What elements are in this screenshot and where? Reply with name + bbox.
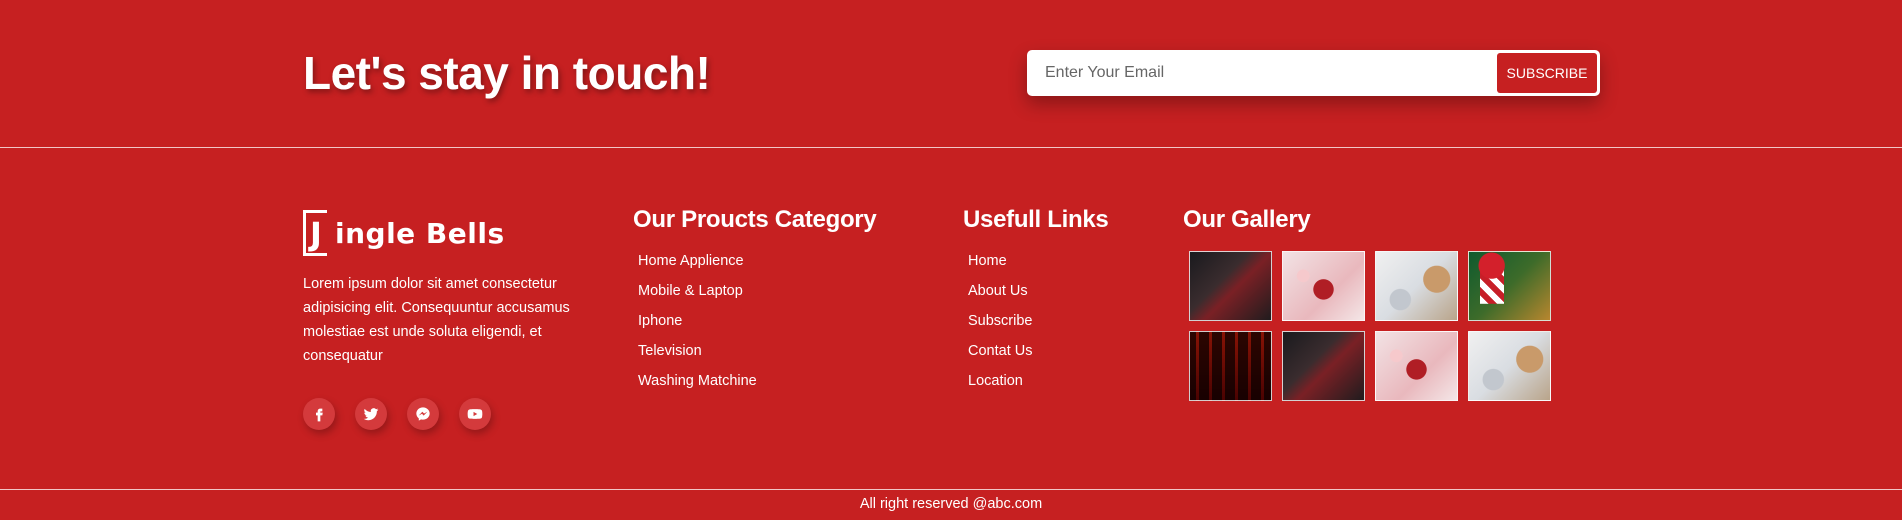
- social-links: [303, 398, 491, 430]
- newsletter-heading: Let's stay in touch!: [303, 47, 711, 99]
- gallery-image-wrapped-gifts[interactable]: [1468, 331, 1551, 401]
- list-item: Television: [638, 341, 876, 371]
- brand-description: Lorem ipsum dolor sit amet consectetur a…: [303, 276, 570, 364]
- gallery-image-wrapped-gifts[interactable]: [1375, 251, 1458, 321]
- list-item: About Us: [968, 281, 1108, 311]
- logo[interactable]: J ingle Bells: [303, 209, 573, 257]
- list-item: Contat Us: [968, 341, 1108, 371]
- link-home[interactable]: Home: [968, 253, 1007, 269]
- list-item: Washing Matchine: [638, 371, 876, 401]
- subscribe-form: SUBSCRIBE: [1027, 50, 1600, 96]
- list-item: Iphone: [638, 311, 876, 341]
- link-location[interactable]: Location: [968, 373, 1023, 389]
- link-about-us[interactable]: About Us: [968, 283, 1028, 299]
- list-item: Home: [968, 251, 1108, 281]
- product-link-washing-machine[interactable]: Washing Matchine: [638, 373, 757, 389]
- list-item: Home Applience: [638, 251, 876, 281]
- products-heading: Our Proucts Category: [633, 206, 877, 233]
- logo-initial: J: [310, 215, 322, 253]
- product-link-home-appliance[interactable]: Home Applience: [638, 253, 744, 269]
- footer-bottom-bar: All right reserved @abc.com: [0, 489, 1902, 520]
- twitter-icon[interactable]: [355, 398, 387, 430]
- gallery-column: Our Gallery: [1183, 206, 1551, 401]
- gallery-grid: [1183, 251, 1551, 401]
- link-subscribe[interactable]: Subscribe: [968, 313, 1032, 329]
- brand-block: J ingle Bells Lorem ipsum dolor sit amet…: [303, 209, 573, 368]
- subscribe-button[interactable]: SUBSCRIBE: [1497, 53, 1597, 93]
- gallery-image-christmas-table[interactable]: [1189, 251, 1272, 321]
- products-list: Home Applience Mobile & Laptop Iphone Te…: [633, 251, 876, 401]
- newsletter-section: Let's stay in touch! SUBSCRIBE: [0, 0, 1902, 148]
- product-link-mobile-laptop[interactable]: Mobile & Laptop: [638, 283, 743, 299]
- useful-links-list: Home About Us Subscribe Contat Us Locati…: [963, 251, 1108, 401]
- product-link-iphone[interactable]: Iphone: [638, 313, 682, 329]
- gallery-image-gift-bag[interactable]: [1375, 331, 1458, 401]
- list-item: Mobile & Laptop: [638, 281, 876, 311]
- list-item: Location: [968, 371, 1108, 401]
- list-item: Subscribe: [968, 311, 1108, 341]
- logo-bracket: J: [303, 210, 327, 256]
- gallery-image-gift-bag[interactable]: [1282, 251, 1365, 321]
- copyright-text: All right reserved @abc.com: [859, 496, 1043, 512]
- gallery-image-christmas-stocking[interactable]: [1468, 251, 1551, 321]
- products-column: Our Proucts Category Home Applience Mobi…: [633, 206, 877, 401]
- messenger-icon[interactable]: [407, 398, 439, 430]
- facebook-icon[interactable]: [303, 398, 335, 430]
- gallery-image-christmas-table[interactable]: [1282, 331, 1365, 401]
- gallery-image-candles[interactable]: [1189, 331, 1272, 401]
- youtube-icon[interactable]: [459, 398, 491, 430]
- gallery-heading: Our Gallery: [1183, 206, 1311, 233]
- useful-links-heading: Usefull Links: [963, 206, 1109, 233]
- email-input[interactable]: [1045, 58, 1515, 88]
- logo-text: ingle Bells: [335, 216, 505, 250]
- product-link-television[interactable]: Television: [638, 343, 702, 359]
- link-contact-us[interactable]: Contat Us: [968, 343, 1032, 359]
- useful-links-column: Usefull Links Home About Us Subscribe Co…: [963, 206, 1109, 401]
